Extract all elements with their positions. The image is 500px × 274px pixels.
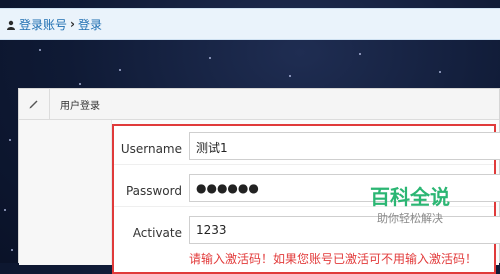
watermark-subtitle: 助你轻松解决 (377, 212, 443, 225)
pencil-icon (19, 89, 50, 119)
watermark-logo: 百科全说 助你轻松解决 (350, 186, 470, 236)
login-panel: 用户登录 Username 测试1 Password ●●●●●● Activa… (18, 88, 500, 274)
breadcrumb-item-login[interactable]: 登录 (78, 16, 102, 33)
breadcrumb-item-account[interactable]: 登录账号 (19, 16, 67, 33)
breadcrumb-separator: › (70, 17, 75, 31)
user-icon (6, 19, 16, 30)
left-stripe (19, 120, 112, 265)
password-label: Password (125, 184, 182, 198)
username-label: Username (120, 142, 182, 156)
username-input[interactable]: 测试1 (189, 132, 500, 160)
watermark-title: 百科全说 (370, 185, 450, 209)
activate-label: Activate (132, 226, 182, 240)
panel-title: 用户登录 (60, 100, 100, 112)
breadcrumb: 登录账号 › 登录 (0, 8, 500, 40)
activate-hint: 请输入激活码！如果您账号已激活可不用输入激活码！ (189, 252, 478, 266)
panel-header: 用户登录 (19, 89, 499, 120)
row-divider (114, 164, 494, 165)
